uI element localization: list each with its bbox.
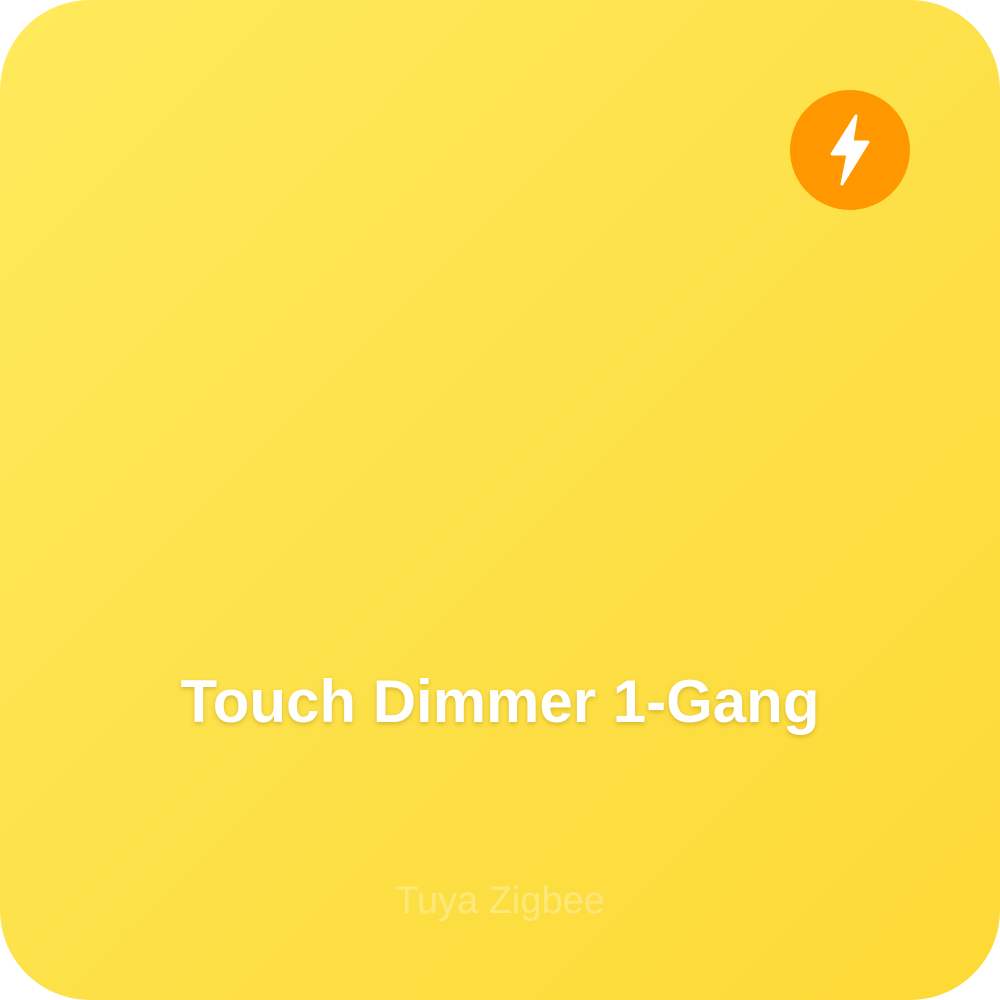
lightning-bolt-icon bbox=[830, 114, 870, 186]
device-subtitle: Tuya Zigbee bbox=[395, 880, 605, 922]
device-card[interactable]: Touch Dimmer 1-Gang Tuya Zigbee bbox=[0, 0, 1000, 1000]
power-badge bbox=[790, 90, 910, 210]
device-title: Touch Dimmer 1-Gang bbox=[180, 668, 820, 735]
